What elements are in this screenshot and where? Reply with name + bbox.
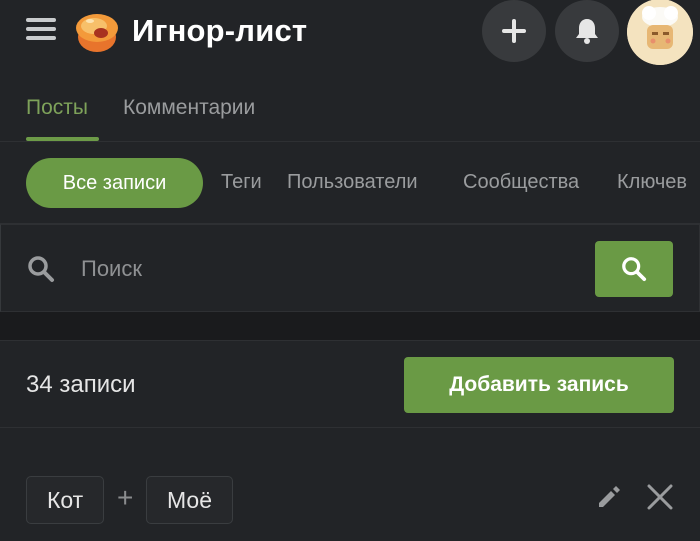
search-icon [28,256,54,282]
search-bar [0,224,700,312]
filter-users[interactable]: Пользователи [287,171,418,194]
chef-avatar-icon [627,0,693,65]
section-divider [0,312,700,340]
add-button[interactable] [482,0,546,62]
tab-comments[interactable]: Комментарии [123,96,255,120]
records-count: 34 записи [26,371,136,398]
search-input[interactable] [81,251,571,287]
bell-icon [576,19,598,44]
active-tab-indicator [26,137,99,141]
records-toolbar: 34 записи Добавить запись [0,340,700,428]
tab-posts[interactable]: Посты [26,96,88,120]
page-title: Игнор-лист [132,13,308,48]
pencil-icon[interactable] [596,484,622,510]
tag-chip: Моё [146,476,234,524]
close-icon[interactable] [645,482,675,512]
plus-icon [502,19,526,43]
filter-all-records[interactable]: Все записи [26,158,203,208]
tag-chip: Кот [26,476,105,524]
notifications-button[interactable] [555,0,619,62]
filter-tags[interactable]: Теги [221,171,262,194]
list-item: Кот + Моё [0,428,700,541]
content-tabs: Посты Комментарии [0,70,700,142]
pikabu-logo-icon[interactable] [72,6,122,56]
tag-joiner: + [117,482,134,513]
filter-chips: Все записи Теги Пользователи Сообщества … [0,142,700,224]
add-record-button[interactable]: Добавить запись [404,357,674,413]
filter-communities[interactable]: Сообщества [463,171,579,194]
hamburger-menu-icon[interactable] [26,16,56,42]
avatar[interactable] [627,0,693,65]
search-icon [622,257,647,282]
search-button[interactable] [595,241,673,297]
filter-keywords[interactable]: Ключев [617,171,687,194]
app-header: Игнор-лист [0,0,700,70]
